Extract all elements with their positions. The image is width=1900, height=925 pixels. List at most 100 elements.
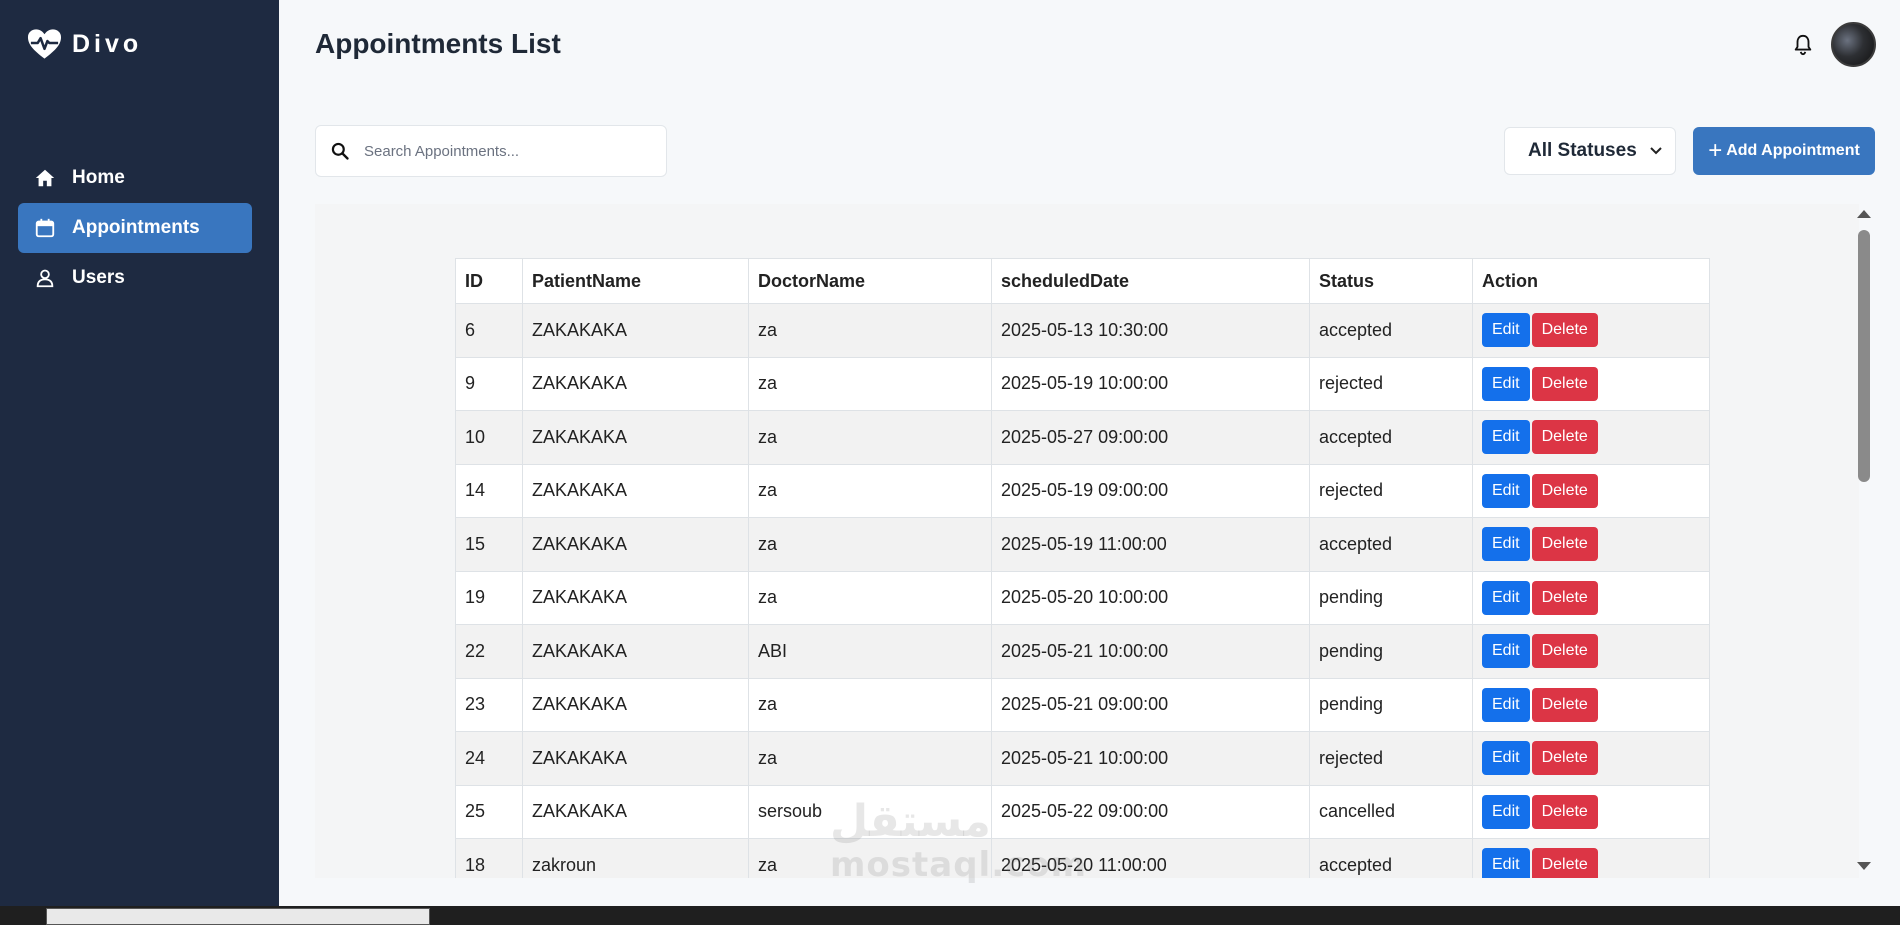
cell-action: Edit Delete [1472, 303, 1710, 358]
column-header-doctor: DoctorName [748, 258, 992, 304]
scrollbar-thumb[interactable] [1858, 230, 1870, 482]
sidebar-item-label: Appointments [72, 217, 200, 238]
add-appointment-button[interactable]: + Add Appointment [1693, 127, 1875, 175]
edit-button[interactable]: Edit [1482, 794, 1530, 829]
delete-button[interactable]: Delete [1531, 634, 1598, 669]
search-box [315, 125, 667, 177]
cell-status: pending [1309, 677, 1473, 732]
column-header-patient: PatientName [522, 258, 749, 304]
delete-button[interactable]: Delete [1531, 313, 1598, 348]
cell-id: 6 [455, 303, 523, 358]
cell-status: cancelled [1309, 784, 1473, 839]
sidebar-item-label: Home [72, 167, 125, 188]
delete-button[interactable]: Delete [1531, 687, 1598, 722]
cell-status: accepted [1309, 517, 1473, 572]
cell-id: 22 [455, 624, 523, 679]
edit-button[interactable]: Edit [1482, 580, 1530, 615]
cell-id: 18 [455, 838, 523, 878]
appointments-table-panel: ID PatientName DoctorName scheduledDate … [315, 204, 1859, 878]
cell-status: pending [1309, 570, 1473, 625]
cell-status: rejected [1309, 731, 1473, 786]
edit-button[interactable]: Edit [1482, 366, 1530, 401]
table-row: 24 ZAKAKAKA za 2025-05-21 10:00:00 rejected E… [455, 731, 1710, 786]
cell-patient: ZAKAKAKA [522, 410, 749, 465]
cell-status: accepted [1309, 410, 1473, 465]
cell-status: pending [1309, 624, 1473, 679]
cell-date: 2025-05-21 10:00:00 [991, 624, 1310, 679]
cell-doctor: za [748, 570, 992, 625]
logo[interactable]: Divo [27, 28, 142, 60]
delete-button[interactable]: Delete [1531, 848, 1598, 878]
cell-patient: ZAKAKAKA [522, 570, 749, 625]
cell-action: Edit Delete [1472, 624, 1710, 679]
avatar[interactable] [1831, 22, 1876, 67]
edit-button[interactable]: Edit [1482, 634, 1530, 669]
sidebar-item-users[interactable]: Users [18, 253, 252, 303]
cell-patient: ZAKAKAKA [522, 303, 749, 358]
edit-button[interactable]: Edit [1482, 741, 1530, 776]
search-icon [331, 142, 349, 160]
delete-button[interactable]: Delete [1531, 420, 1598, 455]
table-row: 14 ZAKAKAKA za 2025-05-19 09:00:00 rejected E… [455, 463, 1710, 518]
cell-status: rejected [1309, 356, 1473, 411]
delete-button[interactable]: Delete [1531, 527, 1598, 562]
edit-button[interactable]: Edit [1482, 313, 1530, 348]
cell-action: Edit Delete [1472, 677, 1710, 732]
cell-date: 2025-05-19 10:00:00 [991, 356, 1310, 411]
cell-patient: ZAKAKAKA [522, 624, 749, 679]
sidebar-item-home[interactable]: Home [18, 153, 252, 203]
cell-patient: ZAKAKAKA [522, 356, 749, 411]
search-input[interactable] [364, 142, 654, 160]
cell-id: 15 [455, 517, 523, 572]
appointments-table: ID PatientName DoctorName scheduledDate … [455, 258, 1710, 878]
edit-button[interactable]: Edit [1482, 687, 1530, 722]
edit-button[interactable]: Edit [1482, 848, 1530, 878]
cell-action: Edit Delete [1472, 570, 1710, 625]
delete-button[interactable]: Delete [1531, 366, 1598, 401]
os-taskbar [0, 906, 1900, 925]
column-header-action: Action [1472, 258, 1710, 304]
delete-button[interactable]: Delete [1531, 741, 1598, 776]
cell-date: 2025-05-27 09:00:00 [991, 410, 1310, 465]
taskbar-search[interactable] [46, 908, 430, 925]
table-row: 22 ZAKAKAKA ABI 2025-05-21 10:00:00 pending E… [455, 624, 1710, 679]
edit-button[interactable]: Edit [1482, 420, 1530, 455]
cell-patient: zakroun [522, 838, 749, 878]
edit-button[interactable]: Edit [1482, 473, 1530, 508]
cell-id: 9 [455, 356, 523, 411]
cell-date: 2025-05-21 10:00:00 [991, 731, 1310, 786]
cell-doctor: za [748, 356, 992, 411]
cell-date: 2025-05-13 10:30:00 [991, 303, 1310, 358]
bell-icon[interactable] [1792, 33, 1814, 57]
sidebar-item-appointments[interactable]: Appointments [18, 203, 252, 253]
cell-action: Edit Delete [1472, 731, 1710, 786]
cell-date: 2025-05-20 10:00:00 [991, 570, 1310, 625]
cell-date: 2025-05-21 09:00:00 [991, 677, 1310, 732]
cell-doctor: za [748, 731, 992, 786]
cell-doctor: za [748, 410, 992, 465]
status-filter-select[interactable]: All Statuses [1504, 127, 1676, 175]
cell-action: Edit Delete [1472, 784, 1710, 839]
column-header-date: scheduledDate [991, 258, 1310, 304]
delete-button[interactable]: Delete [1531, 473, 1598, 508]
scroll-down-arrow-icon[interactable] [1857, 862, 1871, 870]
scroll-up-arrow-icon[interactable] [1857, 210, 1871, 218]
heart-pulse-icon [27, 29, 62, 59]
delete-button[interactable]: Delete [1531, 794, 1598, 829]
main-content: Appointments List All Statuses + Add App… [279, 0, 1900, 906]
cell-id: 19 [455, 570, 523, 625]
cell-doctor: ABI [748, 624, 992, 679]
cell-id: 24 [455, 731, 523, 786]
cell-doctor: za [748, 463, 992, 518]
watermark: مستقل mostaql.com [830, 800, 1088, 885]
cell-patient: ZAKAKAKA [522, 731, 749, 786]
edit-button[interactable]: Edit [1482, 527, 1530, 562]
table-row: 10 ZAKAKAKA za 2025-05-27 09:00:00 accepted E… [455, 410, 1710, 465]
column-header-status: Status [1309, 258, 1473, 304]
plus-icon: + [1708, 137, 1723, 164]
delete-button[interactable]: Delete [1531, 580, 1598, 615]
cell-doctor: za [748, 303, 992, 358]
watermark-latin: mostaql.com [830, 845, 1088, 885]
table-body: 6 ZAKAKAKA za 2025-05-13 10:30:00 accepted Ed… [455, 303, 1710, 878]
cell-action: Edit Delete [1472, 356, 1710, 411]
